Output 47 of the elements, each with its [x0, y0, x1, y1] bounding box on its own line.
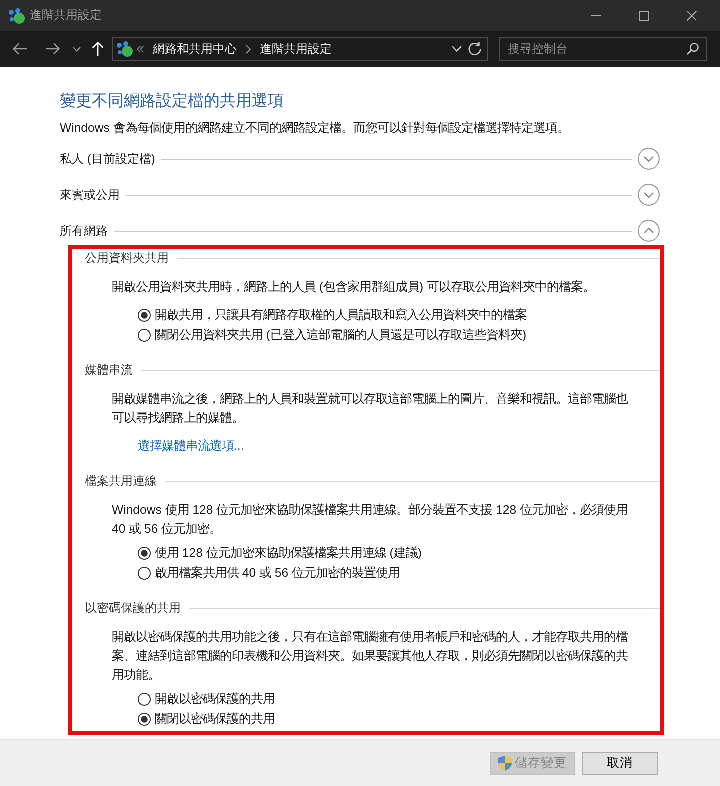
back-arrow-icon[interactable]: [13, 43, 27, 55]
option-label[interactable]: 關閉以密碼保護的共用: [155, 710, 275, 728]
forward-arrow-icon[interactable]: [46, 43, 60, 55]
double-chevron-icon[interactable]: [137, 46, 144, 52]
radio-button[interactable]: [138, 712, 151, 726]
window-title: 進階共用設定: [30, 7, 102, 24]
search-icon[interactable]: [687, 43, 699, 55]
profile-label: 私人 (目前設定檔): [60, 150, 156, 168]
radio-button[interactable]: [138, 308, 151, 322]
section-text: 開啟公用資料夾共用時，網路上的人員 (包含家用群組成員) 可以存取公用資料夾中的檔案。: [112, 279, 596, 296]
radio-button[interactable]: [138, 692, 151, 706]
section-text: 開啟媒體串流之後，網路上的人員和裝置就可以存取這部電腦上的圖片、音樂和視訊。這部電腦也可以尋找網路上的媒體。: [112, 391, 630, 427]
radio-button[interactable]: [138, 328, 151, 342]
radio-button[interactable]: [138, 566, 151, 580]
network-icon: [9, 8, 25, 24]
chevron-right-icon[interactable]: [246, 44, 251, 54]
chevron-up-icon[interactable]: [638, 220, 660, 242]
section-title: 檔案共用連線: [85, 473, 157, 490]
option-label[interactable]: 啟用檔案共用供 40 或 56 位元加密的裝置使用: [155, 564, 400, 582]
section-title: 公用資料夾共用: [85, 250, 169, 267]
network-icon: [117, 41, 133, 57]
breadcrumb-link[interactable]: 進階共用設定: [260, 40, 332, 58]
chevron-down-icon[interactable]: [73, 46, 81, 52]
page-heading: 變更不同網路設定檔的共用選項: [60, 92, 285, 112]
profile-label: 來賓或公用: [60, 186, 120, 204]
chevron-down-icon[interactable]: [452, 46, 462, 52]
profile-label: 所有網路: [60, 222, 108, 240]
section-text: Windows 使用 128 位元加密來協助保護檔案共用連線。部分裝置不支援 128 位元加密，必須使用 40 或 56 位元加密。: [112, 502, 630, 538]
search-field[interactable]: 搜尋控制台: [499, 37, 707, 61]
description-text: Windows 會為每個使用的網路建立不同的網路設定檔。而您可以針對每個設定檔選擇特定選項。: [60, 120, 570, 137]
section-text: 開啟以密碼保護的共用功能之後，只有在這部電腦擁有使用者帳戶和密碼的人，才能存取共用的檔案、連結到這部電腦的印表機和公用資料夾。如果要讓其他人存取，則必須先關閉以密碼保護的共用功能。: [112, 629, 629, 684]
up-arrow-icon[interactable]: [92, 42, 104, 56]
cancel-button[interactable]: 取消: [582, 752, 658, 774]
address-bar[interactable]: 網路和共用中心 進階共用設定: [112, 37, 488, 61]
option-label[interactable]: 關閉公用資料夾共用 (已登入這部電腦的人員還是可以存取這些資料夾): [155, 326, 527, 344]
close-icon[interactable]: [687, 10, 697, 20]
section-title: 以密碼保護的共用: [85, 600, 181, 617]
shield-icon: [498, 756, 512, 770]
option-label[interactable]: 使用 128 位元加密來協助保護檔案共用連線 (建議): [155, 544, 422, 562]
radio-button[interactable]: [138, 546, 151, 560]
refresh-icon[interactable]: [468, 42, 482, 56]
breadcrumb-link[interactable]: 網路和共用中心: [153, 40, 237, 58]
option-label[interactable]: 開啟以密碼保護的共用: [155, 690, 275, 708]
option-label[interactable]: 開啟共用，只讓具有網路存取權的人員讀取和寫入公用資料夾中的檔案: [155, 306, 527, 324]
options-link[interactable]: 選擇媒體串流選項...: [138, 437, 244, 456]
section-title: 媒體串流: [85, 362, 133, 379]
maximize-icon[interactable]: [639, 10, 649, 20]
